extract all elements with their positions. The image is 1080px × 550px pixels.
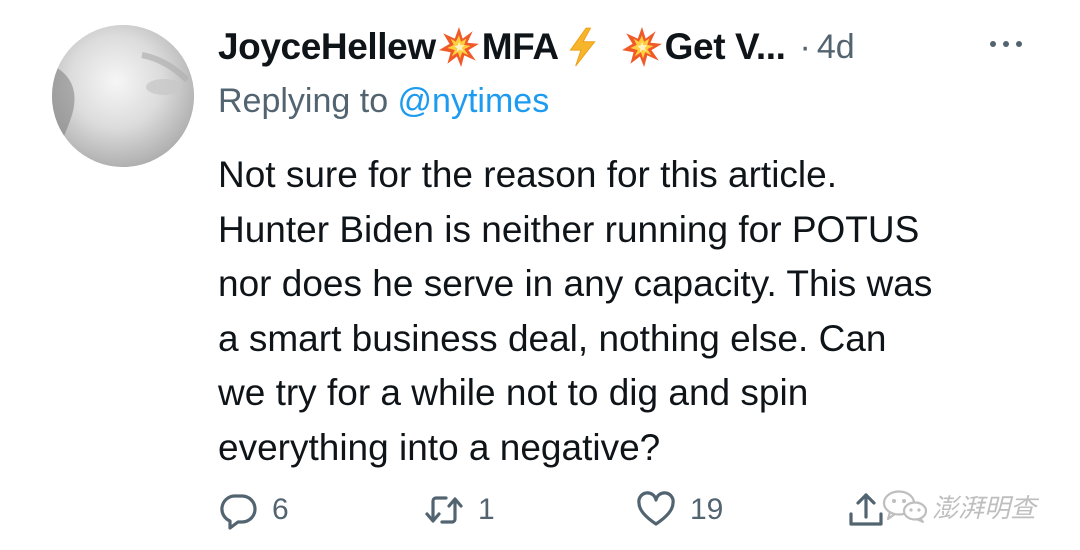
avatar-image xyxy=(52,25,194,167)
timestamp[interactable]: 4d xyxy=(817,28,855,67)
tweet: JoyceHellew MFA Get V... · 4d Replying t… xyxy=(0,0,1080,550)
reply-button[interactable]: 6 xyxy=(218,486,289,534)
replying-to-handle-link[interactable]: @nytimes xyxy=(398,82,550,120)
watermark-text: 澎湃明查 xyxy=(932,493,1037,524)
collision-emoji-icon xyxy=(621,26,663,68)
like-count: 19 xyxy=(690,493,724,526)
retweet-icon xyxy=(425,496,463,524)
reply-count: 6 xyxy=(272,493,289,526)
high-voltage-emoji-icon xyxy=(561,26,603,68)
watermark: 澎湃明查 xyxy=(882,486,1036,526)
retweet-button[interactable]: 1 xyxy=(424,486,495,534)
retweet-count: 1 xyxy=(478,493,495,526)
display-name-part: Get V... xyxy=(664,26,786,67)
replying-to-label: Replying to xyxy=(218,82,398,120)
wechat-icon xyxy=(882,490,928,523)
share-icon xyxy=(849,493,883,526)
tweet-text-line: everything into a negative? xyxy=(218,426,661,468)
more-options-icon[interactable] xyxy=(986,34,1026,54)
tweet-text: Not sure for the reason for this article… xyxy=(218,148,1038,476)
separator-dot: · xyxy=(799,27,811,66)
collision-emoji-icon xyxy=(438,26,480,68)
tweet-text-line: we try for a while not to dig and spin xyxy=(218,372,809,414)
tweet-header: JoyceHellew MFA Get V... · 4d xyxy=(218,22,1058,72)
tweet-text-line: Hunter Biden is neither running for POTU… xyxy=(218,208,920,250)
replying-to: Replying to @nytimes xyxy=(218,82,549,121)
display-name-part: MFA xyxy=(481,26,559,67)
heart-icon xyxy=(637,491,675,526)
avatar[interactable] xyxy=(52,25,194,167)
share-button[interactable] xyxy=(846,486,886,534)
tweet-text-line: Not sure for the reason for this article… xyxy=(218,154,837,195)
display-name[interactable]: JoyceHellew MFA Get V... xyxy=(218,26,786,68)
tweet-text-line: nor does he serve in any capacity. This … xyxy=(218,263,933,305)
display-name-part: JoyceHellew xyxy=(218,26,436,67)
tweet-text-line: a smart business deal, nothing else. Can xyxy=(218,317,887,359)
reply-icon xyxy=(220,494,257,530)
like-button[interactable]: 19 xyxy=(636,486,723,534)
